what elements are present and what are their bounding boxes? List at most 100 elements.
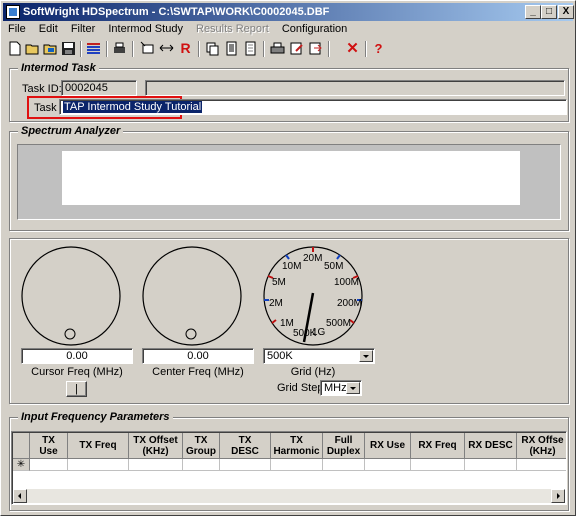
list-icon[interactable]	[85, 40, 102, 56]
table-cell[interactable]	[323, 459, 365, 471]
swap-icon[interactable]	[158, 40, 175, 56]
grid-step-label: Grid Step	[277, 382, 324, 394]
menu-intermod-study[interactable]: Intermod Study	[103, 21, 188, 37]
chevron-down-icon[interactable]	[346, 382, 360, 394]
help-icon[interactable]: ?	[370, 40, 387, 56]
toolbar-separator	[198, 41, 200, 57]
grid-dial[interactable]: 20M 50M 100M 200M 500M 1G 500K 1M 2M 5M …	[262, 245, 364, 347]
column-rx-use[interactable]: RX Use	[365, 433, 411, 459]
new-icon[interactable]	[6, 40, 23, 56]
toggle-button[interactable]: |	[66, 381, 87, 397]
row-selector-header	[13, 433, 30, 459]
center-freq-dial[interactable]	[141, 245, 243, 347]
column-full-duplex[interactable]: Full Duplex	[323, 433, 365, 459]
minimize-button[interactable]: _	[525, 5, 541, 19]
task-name-input[interactable]: TAP Intermod Study Tutorial	[59, 99, 567, 115]
grid-dial-label-100m: 100M	[334, 277, 359, 288]
task-name-text: TAP Intermod Study Tutorial	[63, 101, 203, 113]
table-cell[interactable]	[30, 459, 68, 471]
grid-dial-label-10m: 10M	[282, 261, 301, 272]
grid-step-value: MHz	[324, 382, 347, 394]
print-preview-icon[interactable]	[111, 40, 128, 56]
spectrum-display[interactable]	[17, 144, 561, 220]
column-tx-desc[interactable]: TX DESC	[220, 433, 271, 459]
doc2-icon[interactable]	[242, 40, 259, 56]
table-cell[interactable]	[365, 459, 411, 471]
horizontal-scrollbar[interactable]	[13, 489, 565, 503]
column-tx-group[interactable]: TX Group	[183, 433, 220, 459]
grid-dial-label-1m: 1M	[280, 318, 294, 329]
r-icon[interactable]: R	[177, 40, 194, 56]
table-cell[interactable]	[411, 459, 465, 471]
column-tx-harmonic[interactable]: TX Harmonic	[271, 433, 323, 459]
maximize-button[interactable]: □	[541, 5, 557, 19]
column-tx-use[interactable]: TX Use	[30, 433, 68, 459]
app-icon	[6, 5, 20, 19]
center-freq-field[interactable]: 0.00	[142, 348, 254, 364]
toolbar-separator	[365, 41, 367, 57]
table-cell[interactable]	[183, 459, 220, 471]
column-rx-freq[interactable]: RX Freq	[411, 433, 465, 459]
close-button[interactable]: X	[558, 5, 574, 19]
new-row-marker: ✳	[13, 459, 30, 471]
table-cell[interactable]	[68, 459, 129, 471]
grid-select[interactable]: 500K	[263, 348, 375, 364]
menu-file[interactable]: File	[3, 21, 31, 37]
grid-dial-label-2m: 2M	[269, 298, 283, 309]
column-rx-desc[interactable]: RX DESC	[465, 433, 517, 459]
intermod-task-title: Intermod Task	[18, 62, 99, 74]
table-cell[interactable]	[220, 459, 271, 471]
task-id-field: 0002045	[61, 80, 137, 96]
exit-icon[interactable]	[307, 40, 324, 56]
table-cell[interactable]	[129, 459, 183, 471]
delete-icon[interactable]: ✕	[344, 40, 361, 57]
copy-icon[interactable]	[204, 40, 221, 56]
grid-dial-label-20m: 20M	[303, 253, 322, 264]
doc-icon[interactable]	[223, 40, 240, 56]
table-header: TX Use TX Freq TX Offset (KHz) TX Group …	[13, 433, 566, 459]
table-cell[interactable]	[465, 459, 517, 471]
column-rx-offset[interactable]: RX Offse (KHz)	[517, 433, 566, 459]
table-cell[interactable]	[271, 459, 323, 471]
task-id-label: Task ID:	[22, 83, 62, 95]
column-tx-freq[interactable]: TX Freq	[68, 433, 129, 459]
print-icon[interactable]	[269, 40, 286, 56]
open-db-icon[interactable]	[42, 40, 59, 56]
cursor-freq-label: Cursor Freq (MHz)	[31, 366, 123, 378]
edit-icon[interactable]	[288, 40, 305, 56]
task-label: Task	[34, 102, 57, 114]
spectrum-analyzer-title: Spectrum Analyzer	[18, 125, 124, 137]
title-bar[interactable]: SoftWright HDSpectrum - C:\SWTAP\WORK\C0…	[3, 3, 574, 21]
cursor-freq-field[interactable]: 0.00	[21, 348, 133, 364]
menu-results-report: Results Report	[196, 23, 269, 35]
toolbar-separator	[132, 41, 134, 57]
grid-dial-label-50m: 50M	[324, 261, 343, 272]
center-freq-label: Center Freq (MHz)	[152, 366, 244, 378]
toolbar-separator	[106, 41, 108, 57]
scroll-left-icon[interactable]	[13, 489, 27, 503]
input-frequency-title: Input Frequency Parameters	[18, 411, 173, 423]
scroll-right-icon[interactable]	[551, 489, 565, 503]
task-status-field	[145, 80, 565, 96]
window-title: SoftWright HDSpectrum - C:\SWTAP\WORK\C0…	[23, 6, 330, 18]
menu-edit[interactable]: Edit	[34, 21, 63, 37]
grid-step-select[interactable]: MHz	[320, 380, 362, 396]
frequency-table[interactable]: TX Use TX Freq TX Offset (KHz) TX Group …	[11, 431, 567, 505]
toolbar-separator	[80, 41, 82, 57]
grid-label: Grid (Hz)	[290, 366, 336, 378]
grid-dial-label-200m: 200M	[337, 298, 362, 309]
grid-dial-label-500m: 500M	[326, 318, 351, 329]
cursor-freq-dial[interactable]	[20, 245, 122, 347]
chevron-down-icon[interactable]	[359, 350, 373, 362]
toolbar: R ✕ ?	[3, 39, 573, 59]
column-tx-offset[interactable]: TX Offset (KHz)	[129, 433, 183, 459]
toolbar-separator	[263, 41, 265, 57]
table-cell[interactable]	[517, 459, 566, 471]
menu-configuration[interactable]: Configuration	[277, 21, 352, 37]
select-icon[interactable]	[139, 40, 156, 56]
menu-filter[interactable]: Filter	[66, 21, 100, 37]
toolbar-separator	[328, 41, 330, 57]
open-icon[interactable]	[24, 40, 41, 56]
table-row[interactable]: ✳	[13, 459, 566, 471]
save-icon[interactable]	[60, 40, 77, 56]
